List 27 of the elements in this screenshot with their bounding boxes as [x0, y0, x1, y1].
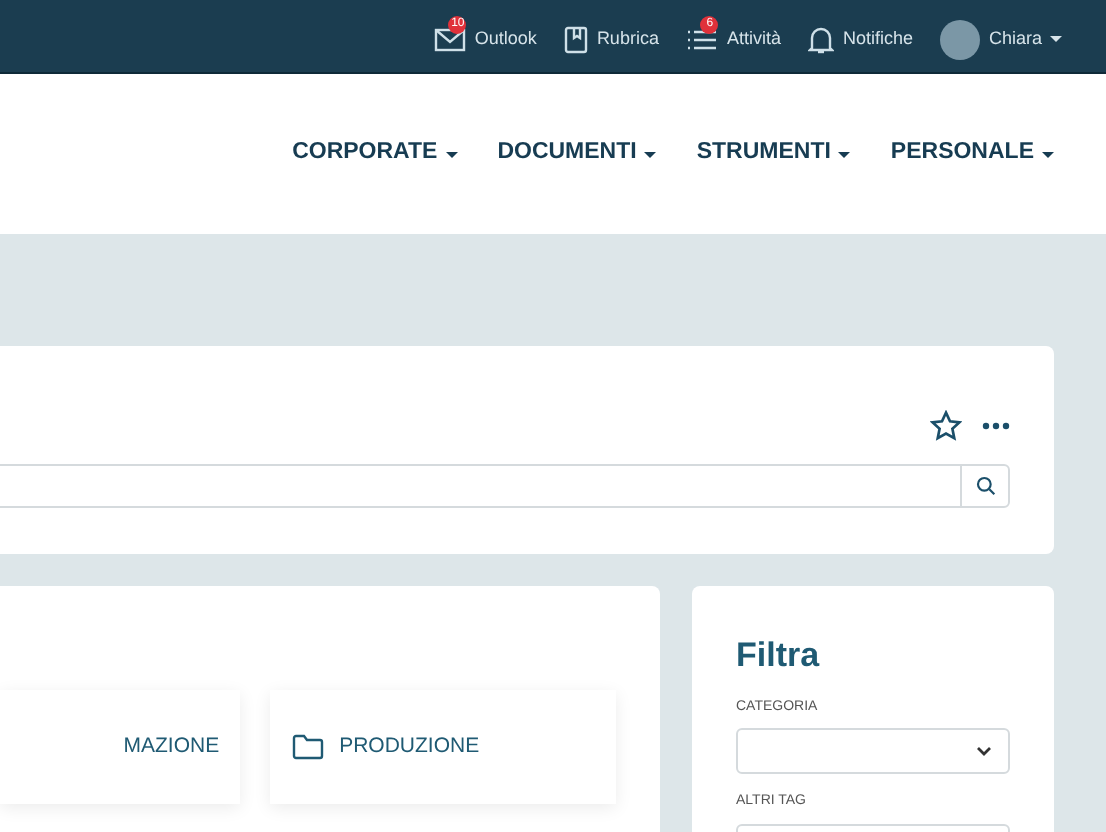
nav-menu[interactable]: STRUMENTI	[696, 136, 851, 172]
chevron-down-icon	[976, 746, 992, 756]
search-icon	[975, 476, 995, 496]
caret-icon	[1042, 151, 1054, 157]
list-icon	[686, 27, 719, 51]
more-icon[interactable]	[982, 422, 1010, 430]
bell-icon	[808, 25, 835, 53]
filter-title: Filtra	[736, 634, 822, 678]
caret-icon	[644, 151, 657, 157]
topbar-link[interactable]: Notifiche	[808, 15, 913, 57]
caret-icon	[1050, 36, 1062, 42]
nav-menu[interactable]: PERSONALE	[890, 136, 1054, 172]
caret-icon	[838, 151, 851, 157]
topbar-link[interactable]: Rubrica	[564, 15, 659, 57]
user-menu[interactable]: Chiara	[940, 9, 1062, 63]
avatar	[940, 19, 981, 59]
search-field[interactable]	[0, 464, 1010, 508]
caret-icon	[445, 151, 458, 157]
folder-tile[interactable]: PRODUZIONE	[269, 690, 616, 804]
folder-icon	[291, 734, 324, 760]
nav-menu[interactable]: CORPORATE	[292, 136, 458, 172]
nav-menu[interactable]: DOCUMENTI	[497, 136, 657, 172]
mail-icon	[434, 27, 467, 51]
select-field[interactable]	[736, 728, 1010, 774]
book-icon	[564, 25, 589, 53]
folder-tile[interactable]: MAZIONE	[0, 690, 240, 804]
star-icon[interactable]	[930, 410, 962, 442]
